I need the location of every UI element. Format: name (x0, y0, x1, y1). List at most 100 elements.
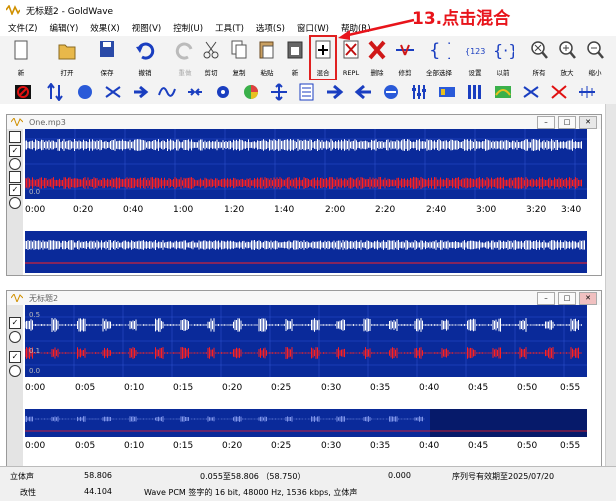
status-serial-notice: 序列号有效期至2025/07/20 (452, 472, 555, 481)
channel-right-radio[interactable] (9, 197, 21, 209)
menu-window[interactable]: 窗口(W) (297, 22, 329, 34)
time-tick: 0:45 (468, 441, 489, 451)
channel-left-radio[interactable] (9, 331, 21, 343)
time-tick: 0:00 (25, 205, 46, 215)
time-ruler[interactable]: 0:00 0:05 0:10 0:15 0:20 0:25 0:30 0:35 … (25, 379, 587, 405)
channel-right-checkbox[interactable] (9, 171, 21, 183)
right-arrow-icon[interactable] (326, 83, 344, 101)
updown-arrows-icon[interactable] (46, 83, 64, 101)
document-area: One.mp3 – □ ✕ ✓ ✓ 0.0 0:00 0:20 0:40 1:0… (0, 104, 606, 468)
channel-right-radio[interactable] (9, 365, 21, 377)
svg-text:{123}: {123} (465, 47, 486, 56)
channel-right-enabled-checkbox[interactable]: ✓ (9, 184, 21, 196)
swap-channel-icon[interactable] (104, 83, 122, 101)
time-tick: 0:30 (321, 383, 342, 393)
wave-shape-icon[interactable] (158, 83, 176, 101)
overview-graph (25, 240, 587, 264)
time-tick: 0:55 (560, 441, 581, 451)
band-arrows-icon[interactable] (522, 83, 540, 101)
menu-file[interactable]: 文件(Z) (8, 22, 37, 34)
overview-time-ruler[interactable]: 0:00 0:05 0:10 0:15 0:20 0:25 0:30 0:35 … (25, 437, 587, 457)
gear-effect-icon[interactable] (214, 83, 232, 101)
time-ruler[interactable]: 0:00 0:20 0:40 1:00 1:20 1:40 2:00 2:20 … (25, 201, 587, 227)
save-button[interactable]: 保存 (94, 36, 120, 80)
menu-control[interactable]: 控制(U) (173, 22, 203, 34)
level-label: 0.5 (29, 311, 40, 319)
replace-icon (343, 40, 359, 59)
minimize-button[interactable]: – (537, 292, 555, 305)
previous-button[interactable]: {·} 以前 (490, 36, 516, 80)
status-sample-value: 44.104 (84, 487, 112, 496)
frequency-icon[interactable] (494, 83, 512, 101)
status-position: 0.000 (388, 471, 411, 480)
new-button[interactable]: 新 (8, 36, 34, 80)
menu-effects[interactable]: 效果(X) (90, 22, 119, 34)
menu-options[interactable]: 选项(S) (256, 22, 285, 34)
doc-lines-icon[interactable] (298, 83, 316, 101)
expand-arrows-icon[interactable] (270, 83, 288, 101)
undo-button[interactable]: 撤销 (132, 36, 158, 80)
delete-x-icon (368, 40, 386, 60)
level-label: 0.0 (29, 367, 40, 375)
minimize-button[interactable]: – (537, 116, 555, 129)
wave-end-icon[interactable] (578, 83, 596, 101)
maximize-button[interactable]: □ (558, 292, 576, 305)
time-tick: 1:40 (274, 205, 295, 215)
time-tick: 0:30 (321, 441, 342, 451)
audio-window-one[interactable]: One.mp3 – □ ✕ ✓ ✓ 0.0 0:00 0:20 0:40 1:0… (6, 114, 602, 276)
menu-edit[interactable]: 编辑(Y) (49, 22, 78, 34)
waveform-view[interactable]: 0.0 (25, 129, 587, 199)
forward-arrow-icon[interactable] (132, 83, 150, 101)
zoom-out-button[interactable]: 缩小 (582, 36, 608, 80)
status-channels: 立体声 (10, 472, 34, 481)
time-tick: 1:20 (224, 205, 245, 215)
trim-icon (396, 44, 414, 56)
select-all-button[interactable]: { } 全部选择 (426, 36, 452, 80)
level-label: 0.1 (29, 347, 40, 355)
time-tick: 0:05 (75, 383, 96, 393)
noise-x-icon[interactable] (550, 83, 568, 101)
menu-view[interactable]: 视图(V) (132, 22, 161, 34)
time-tick: 2:40 (426, 205, 447, 215)
spectrum-icon[interactable] (438, 83, 456, 101)
time-tick: 0:20 (73, 205, 94, 215)
window-titlebar[interactable]: 无标题2 – □ ✕ (7, 291, 601, 305)
overview-bar[interactable] (25, 231, 587, 273)
channel-left-enabled-checkbox[interactable]: ✓ (9, 317, 21, 329)
close-button[interactable]: ✕ (579, 292, 597, 305)
goldwave-app-icon (6, 5, 20, 15)
time-tick: 0:10 (124, 441, 145, 451)
maximize-button[interactable]: □ (558, 116, 576, 129)
sliders-icon[interactable] (410, 83, 428, 101)
level-label: 0.0 (29, 188, 40, 196)
annotation-callout: 13.点击混合 (412, 9, 511, 29)
equalizer-circle-icon[interactable] (382, 83, 400, 101)
channel-left-radio[interactable] (9, 158, 21, 170)
time-tick: 2:20 (375, 205, 396, 215)
bars-icon[interactable] (466, 83, 484, 101)
waveform-view[interactable]: 0.5 0.1 0.0 (25, 305, 587, 377)
stop-icon[interactable] (14, 83, 32, 101)
time-tick: 0:50 (517, 383, 538, 393)
close-button[interactable]: ✕ (579, 116, 597, 129)
menu-tools[interactable]: 工具(T) (215, 22, 244, 34)
channel-left-checkbox[interactable] (9, 131, 21, 143)
left-arrow-icon[interactable] (354, 83, 372, 101)
channel-left-enabled-checkbox[interactable]: ✓ (9, 145, 21, 157)
color-wheel-icon[interactable] (242, 83, 260, 101)
trim-button[interactable]: 修剪 (392, 36, 418, 80)
time-tick: 0:00 (25, 441, 46, 451)
overview-bar[interactable] (25, 409, 587, 437)
channel-right-enabled-checkbox[interactable]: ✓ (9, 351, 21, 363)
window-titlebar[interactable]: One.mp3 – □ ✕ (7, 115, 601, 129)
audio-window-untitled[interactable]: 无标题2 – □ ✕ ✓ ✓ 0.5 0.1 0.0 0:00 0:05 0:1… (6, 290, 602, 468)
svg-text:{ }: { } (429, 40, 450, 61)
time-tick: 0:20 (222, 383, 243, 393)
time-tick: 3:20 (526, 205, 547, 215)
status-bar: 立体声 58.806 0.055至58.806 （58.750） 0.000 序… (0, 466, 616, 501)
vertical-scrollbar[interactable] (605, 104, 616, 466)
ball-icon[interactable] (76, 83, 94, 101)
arrows-in-icon[interactable] (186, 83, 204, 101)
open-button[interactable]: 打开 (54, 36, 80, 80)
time-tick: 0:25 (271, 441, 292, 451)
